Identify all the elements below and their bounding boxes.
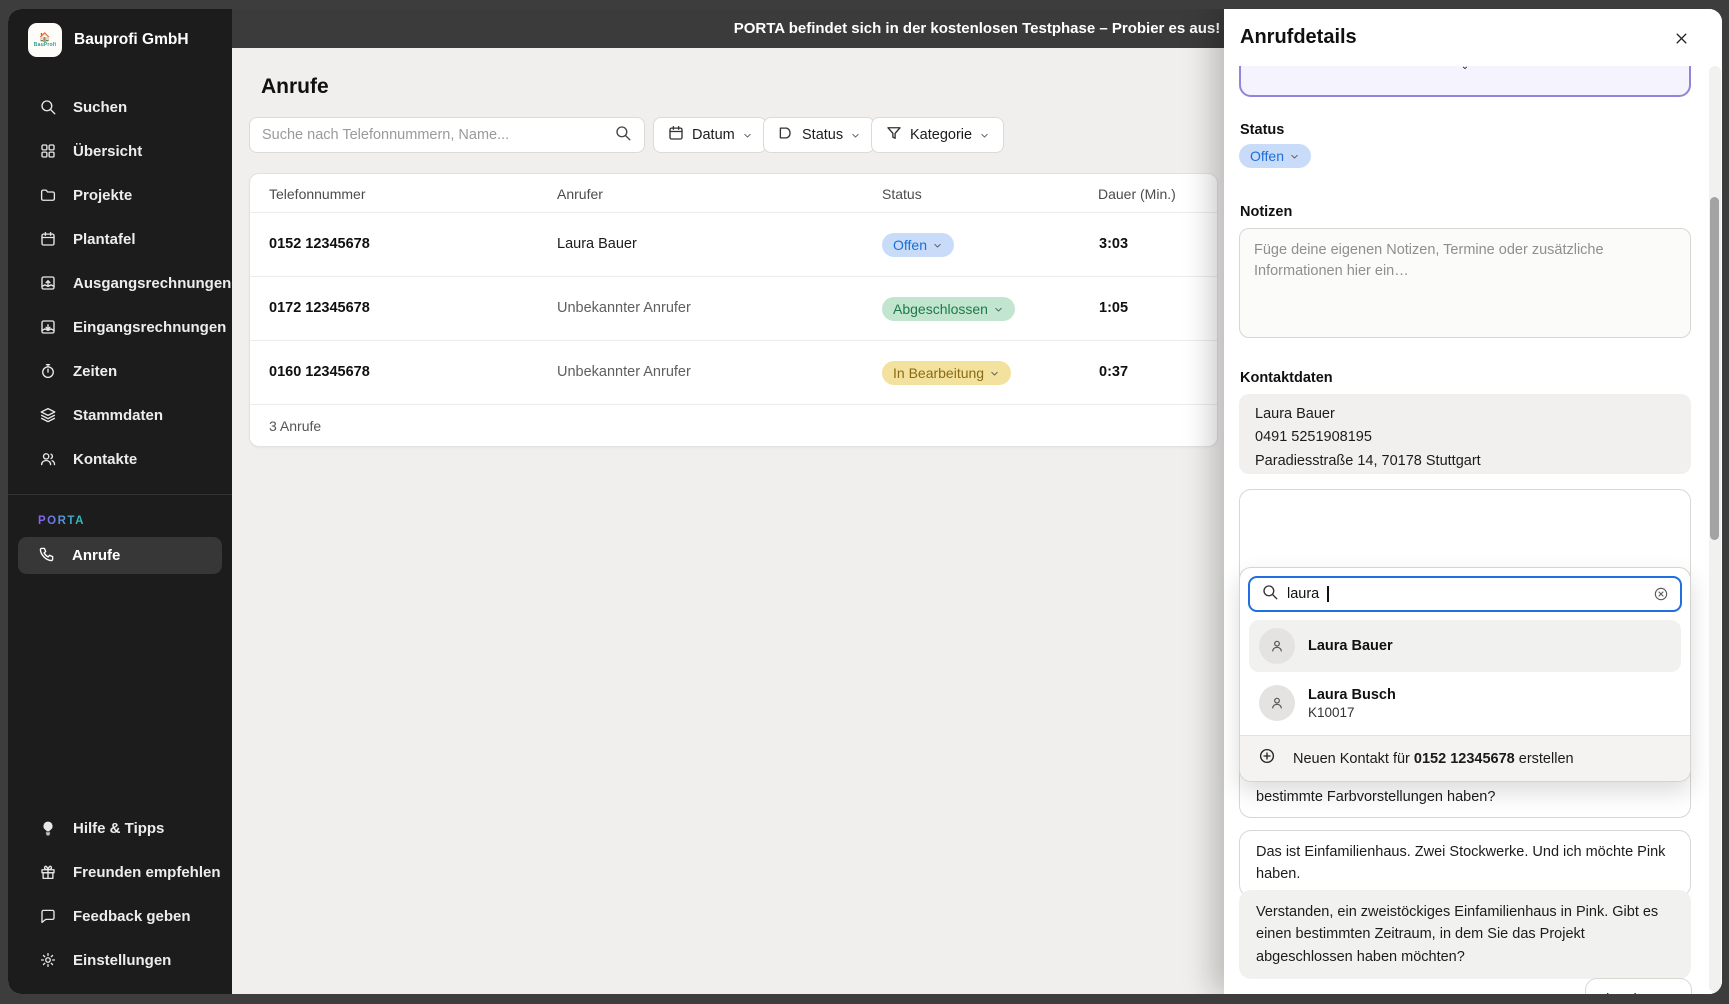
invoice-out-icon <box>38 274 57 293</box>
sidebar-item-hilfe-tipps[interactable]: Hilfe & Tipps <box>8 806 232 850</box>
porta-section-label: PORTA <box>38 515 85 527</box>
calendar-icon <box>38 230 57 249</box>
status-badge[interactable]: Offen <box>882 233 954 257</box>
transcript-bubble-customer-partial: Liegt im März <box>1585 978 1692 994</box>
contact-search-dropdown: laura Laura Bauer Laura Busch K10017 Neu… <box>1239 567 1691 782</box>
status-badge[interactable]: Abgeschlossen <box>882 297 1015 321</box>
person-icon <box>1259 685 1295 721</box>
transcript-bubble-customer: Das ist Einfamilienhaus. Zwei Stockwerke… <box>1239 830 1691 897</box>
chevron-down-icon <box>742 130 753 141</box>
speech-bubble-icon <box>38 907 57 926</box>
calendar-icon <box>667 124 685 146</box>
funnel-icon <box>885 124 903 146</box>
close-icon[interactable] <box>1670 27 1692 49</box>
sidebar-item-einstellungen[interactable]: Einstellungen <box>8 938 232 982</box>
filter-status-button[interactable]: Status <box>763 117 876 153</box>
trial-banner-text: PORTA befindet sich in der kostenlosen T… <box>733 20 1221 37</box>
contact-search-input[interactable]: laura <box>1248 576 1682 612</box>
chevron-down-icon <box>993 304 1004 315</box>
gift-icon <box>38 863 57 882</box>
search-icon <box>614 124 632 147</box>
chevron-down-icon <box>979 130 990 141</box>
sidebar-nav: Suchen Übersicht Projekte Plantafel Ausg… <box>8 85 232 481</box>
transcript-bubble-agent: Verstanden, ein zweistöckiges Einfamilie… <box>1239 890 1691 980</box>
contact-details-box: Laura Bauer 0491 5251908195 Paradiesstra… <box>1239 394 1691 474</box>
notes-textarea[interactable]: Füge deine eigenen Notizen, Termine oder… <box>1239 228 1691 338</box>
app-window: 🏠 BauProfi Bauprofi GmbH Suchen Übersich… <box>8 9 1722 994</box>
sidebar-item-uebersicht[interactable]: Übersicht <box>8 129 232 173</box>
contact-address: Paradiesstraße 14, 70178 Stuttgart <box>1255 452 1481 469</box>
calls-table: Telefonnummer Anrufer Status Dauer (Min.… <box>249 173 1218 447</box>
search-placeholder: Suche nach Telefonnummern, Name... <box>262 127 510 143</box>
chevron-down-icon <box>932 240 943 251</box>
search-value: laura <box>1287 586 1320 602</box>
sidebar-item-plantafel[interactable]: Plantafel <box>8 217 232 261</box>
status-section-label: Status <box>1240 122 1285 138</box>
sidebar-item-zeiten[interactable]: Zeiten <box>8 349 232 393</box>
table-row[interactable]: 0152 12345678 Laura Bauer Offen 3:03 <box>250 213 1217 277</box>
notes-section-label: Notizen <box>1240 204 1293 220</box>
sidebar-divider <box>8 494 232 495</box>
chevron-down-icon <box>989 368 1000 379</box>
contact-name: Laura Bauer <box>1255 406 1335 422</box>
status-badge[interactable]: In Bearbeitung <box>882 361 1012 385</box>
table-header: Telefonnummer Anrufer Status Dauer (Min.… <box>250 174 1217 213</box>
table-footer: 3 Anrufe <box>250 404 1217 446</box>
gear-icon <box>38 951 57 970</box>
sidebar-item-stammdaten[interactable]: Stammdaten <box>8 393 232 437</box>
house-icon: 🏠 <box>39 31 51 42</box>
company-logo: 🏠 BauProfi <box>28 23 62 57</box>
text-cursor <box>1327 586 1329 602</box>
clear-icon[interactable] <box>1653 586 1669 602</box>
panel-header: Anrufdetails <box>1224 9 1722 66</box>
notes-placeholder: Füge deine eigenen Notizen, Termine oder… <box>1254 242 1604 280</box>
filter-datum-button[interactable]: Datum <box>653 117 767 153</box>
invoice-in-icon <box>38 318 57 337</box>
contact-number: K10017 <box>1308 704 1355 720</box>
panel-scrollbar-thumb[interactable] <box>1710 197 1719 540</box>
chevron-down-icon <box>850 130 861 141</box>
create-new-contact-button[interactable]: Neuen Kontakt für 0152 12345678 erstelle… <box>1240 735 1690 781</box>
lightbulb-icon <box>38 819 57 838</box>
calls-count: 3 Anrufe <box>269 418 322 434</box>
panel-title: Anrufdetails <box>1240 26 1357 48</box>
filter-kategorie-button[interactable]: Kategorie <box>871 117 1005 153</box>
call-details-panel: ⌄ Anrufdetails Status Offen Notizen Füge… <box>1224 9 1722 994</box>
status-badge[interactable]: Offen <box>1239 144 1311 168</box>
people-icon <box>38 450 57 469</box>
chevron-down-icon <box>1289 151 1300 162</box>
contact-section-label: Kontaktdaten <box>1240 370 1333 386</box>
panel-scrollbar-track[interactable] <box>1709 66 1721 992</box>
page-title: Anrufe <box>261 75 329 98</box>
stopwatch-icon <box>38 362 57 381</box>
folder-icon <box>38 186 57 205</box>
contact-phone: 0491 5251908195 <box>1255 429 1372 446</box>
search-input[interactable]: Suche nach Telefonnummern, Name... <box>249 117 645 153</box>
sidebar-item-suchen[interactable]: Suchen <box>8 85 232 129</box>
phone-icon <box>38 545 56 567</box>
company-name: Bauprofi GmbH <box>74 31 189 48</box>
sidebar-item-kontakte[interactable]: Kontakte <box>8 437 232 481</box>
table-row[interactable]: 0160 12345678 Unbekannter Anrufer In Bea… <box>250 341 1217 405</box>
sidebar-item-projekte[interactable]: Projekte <box>8 173 232 217</box>
new-contact-phone-number: 0152 12345678 <box>1413 750 1515 767</box>
person-icon <box>1259 628 1295 664</box>
sidebar-item-ausgangsrechnungen[interactable]: Ausgangsrechnungen <box>8 261 232 305</box>
sidebar-footer: Hilfe & Tipps Freunden empfehlen Feedbac… <box>8 806 232 982</box>
contact-result-laura-busch[interactable]: Laura Busch K10017 <box>1249 677 1681 729</box>
grid-icon <box>38 142 57 161</box>
company-header: 🏠 BauProfi Bauprofi GmbH <box>28 22 189 58</box>
sidebar-item-anrufe-active[interactable]: Anrufe <box>18 537 222 574</box>
layers-icon <box>38 406 57 425</box>
contact-result-laura-bauer[interactable]: Laura Bauer <box>1249 620 1681 672</box>
search-icon <box>38 98 57 117</box>
sidebar-item-freunden-empfehlen[interactable]: Freunden empfehlen <box>8 850 232 894</box>
tag-icon <box>777 124 795 146</box>
plus-circle-icon <box>1258 747 1276 770</box>
sidebar-item-eingangsrechnungen[interactable]: Eingangsrechnungen <box>8 305 232 349</box>
search-icon <box>1261 583 1279 606</box>
table-row[interactable]: 0172 12345678 Unbekannter Anrufer Abgesc… <box>250 277 1217 341</box>
sidebar-item-feedback-geben[interactable]: Feedback geben <box>8 894 232 938</box>
sidebar: 🏠 BauProfi Bauprofi GmbH Suchen Übersich… <box>8 9 232 994</box>
